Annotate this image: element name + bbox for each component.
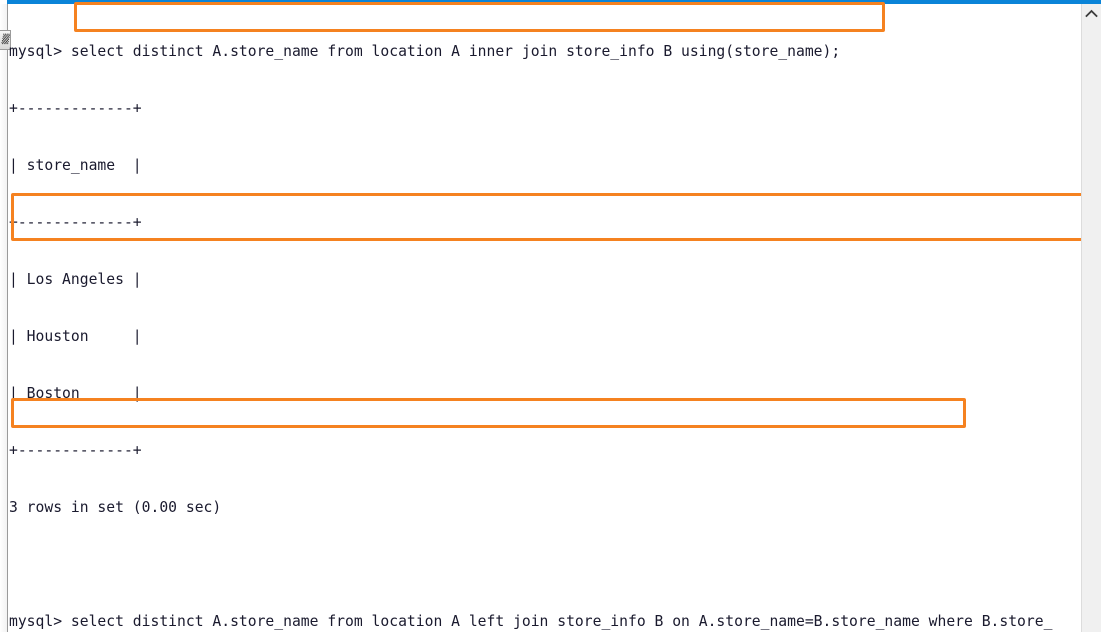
terminal-line: | Boston | <box>9 385 142 402</box>
terminal-line: | Los Angeles | <box>9 271 142 288</box>
terminal-line: 3 rows in set (0.00 sec) <box>9 499 222 516</box>
terminal-output[interactable]: mysql> select distinct A.store_name from… <box>9 4 1079 632</box>
terminal-window: ▒ mysql> select distinct A.store_name fr… <box>0 0 1101 632</box>
vertical-scrollbar[interactable] <box>1081 4 1101 632</box>
terminal-line: | store_name | <box>9 157 142 174</box>
terminal-line: +-------------+ <box>9 100 142 117</box>
terminal-line: | Houston | <box>9 328 142 345</box>
window-left-gutter <box>0 4 7 632</box>
terminal-line: +-------------+ <box>9 214 142 231</box>
chevron-up-icon[interactable] <box>1082 4 1101 22</box>
terminal-line: mysql> select distinct A.store_name from… <box>9 613 1053 630</box>
window-left-border <box>7 4 8 632</box>
terminal-line: +-------------+ <box>9 442 142 459</box>
terminal-line: mysql> select distinct A.store_name from… <box>9 43 841 60</box>
